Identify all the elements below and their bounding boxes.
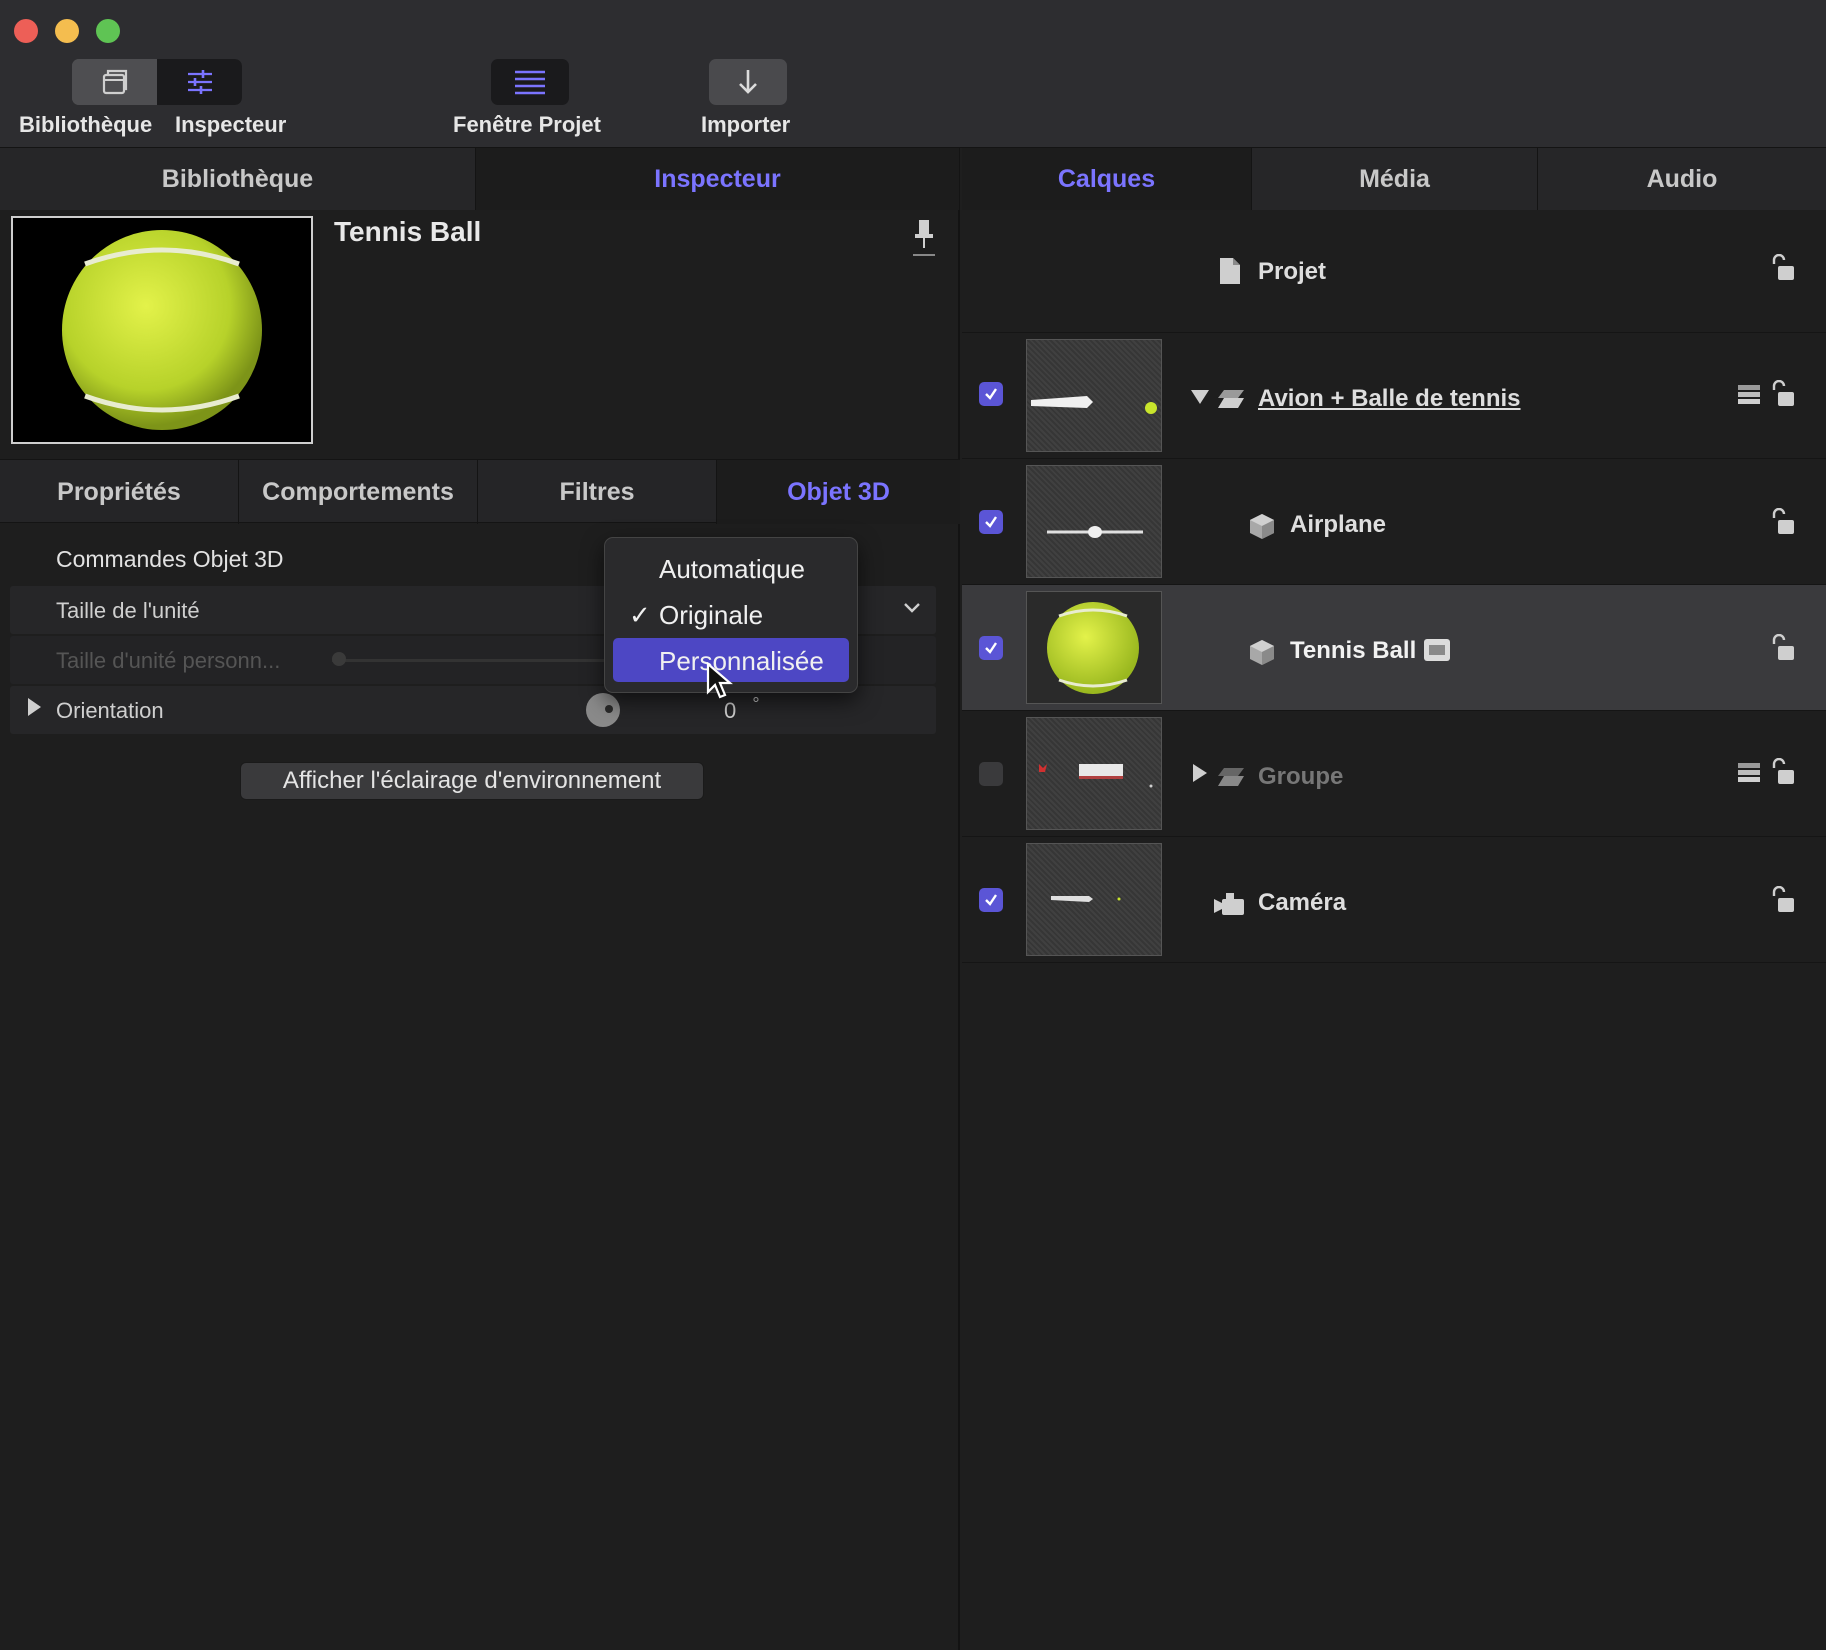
custom-unit-size-label: Taille d'unité personn... (56, 648, 281, 673)
tab-audio[interactable]: Audio (1538, 148, 1826, 210)
layer-thumbnail (1026, 465, 1162, 578)
tab-filters[interactable]: Filtres (478, 460, 717, 524)
degree-unit: ° (752, 694, 760, 714)
download-arrow-icon (739, 70, 757, 94)
document-icon (1220, 258, 1240, 284)
orientation-disclosure-triangle[interactable] (28, 698, 41, 716)
tab-behaviors[interactable]: Comportements (239, 460, 478, 524)
unlocked-lock-icon[interactable] (1770, 380, 1796, 408)
menu-item-label: Originale (659, 600, 764, 630)
checkmark-icon: ✓ (629, 600, 651, 630)
unlocked-lock-icon[interactable] (1770, 254, 1796, 282)
tab-library[interactable]: Bibliothèque (0, 148, 476, 210)
tennis-ball-image (62, 230, 262, 430)
menu-item-automatic[interactable]: Automatique (613, 546, 849, 590)
material-badge-icon[interactable] (1424, 639, 1450, 661)
object-preview-thumbnail (11, 216, 313, 444)
orientation-label: Orientation (56, 698, 164, 723)
layer-name: Avion + Balle de tennis (1258, 385, 1521, 412)
checkmark-icon (985, 642, 997, 654)
layer-name: Airplane (1290, 511, 1387, 538)
library-toggle-button[interactable] (72, 59, 157, 105)
mouse-pointer-icon (706, 661, 734, 705)
inspector-toggle-button[interactable] (157, 59, 242, 105)
3d-object-cube-icon (1250, 640, 1274, 665)
layer-row-airplane[interactable]: Airplane (962, 459, 1826, 585)
tab-layers[interactable]: Calques (962, 148, 1252, 210)
layer-row-tennis-ball[interactable]: Tennis Ball (962, 585, 1826, 711)
layer-stack-icon[interactable] (1736, 383, 1762, 405)
layers-pane: Calques Média Audio Projet Avion + Balle… (962, 148, 1826, 1650)
disclosure-triangle-expanded[interactable] (1191, 390, 1209, 404)
close-window-button[interactable] (14, 19, 38, 43)
custom-unit-size-slider-knob (332, 652, 346, 666)
inspected-object-title: Tennis Ball (334, 216, 482, 247)
import-button[interactable] (709, 59, 787, 105)
checkmark-icon (985, 388, 997, 400)
3d-object-cube-icon (1250, 514, 1274, 539)
unit-size-popup-button[interactable] (902, 598, 922, 623)
layer-visibility-checkbox[interactable] (979, 762, 1003, 786)
camera-icon (1214, 893, 1244, 915)
inspector-sub-tabs: Propriétés Comportements Filtres Objet 3… (0, 459, 960, 524)
group-layers-icon (1218, 390, 1244, 408)
unlocked-lock-icon[interactable] (1770, 508, 1796, 536)
motion-app-window: Bibliothèque Inspecteur Fenêtre Projet I… (0, 0, 1826, 1650)
layer-name: Projet (1258, 258, 1327, 285)
tab-properties[interactable]: Propriétés (0, 460, 239, 524)
section-title-3d-object-controls: Commandes Objet 3D (56, 546, 284, 572)
menu-item-original[interactable]: ✓ Originale (613, 592, 849, 636)
sliders-icon (187, 70, 212, 94)
minimize-window-button[interactable] (55, 19, 79, 43)
layer-visibility-checkbox[interactable] (979, 510, 1003, 534)
disclosure-triangle-collapsed[interactable] (1193, 764, 1207, 782)
unlocked-lock-icon[interactable] (1770, 886, 1796, 914)
layer-row-group[interactable]: Groupe (962, 711, 1826, 837)
project-window-icon (515, 70, 545, 95)
left-tab-bar: Bibliothèque Inspecteur (0, 148, 960, 210)
import-toolbar-label: Importer (701, 112, 791, 137)
inspector-toolbar-label: Inspecteur (175, 112, 287, 137)
show-environment-lighting-button[interactable]: Afficher l'éclairage d'environnement (240, 762, 704, 800)
orientation-row: Orientation 0 ° (10, 686, 936, 734)
group-layers-icon (1218, 768, 1244, 786)
pin-icon (913, 220, 935, 256)
unit-size-label: Taille de l'unité (56, 598, 200, 623)
layer-stack-icon[interactable] (1736, 761, 1762, 783)
layer-row-group-airplane-tennis[interactable]: Avion + Balle de tennis (962, 333, 1826, 459)
pin-inspector-button[interactable] (912, 218, 936, 263)
library-icon (102, 69, 127, 95)
project-window-button[interactable] (491, 59, 569, 105)
unlocked-lock-icon[interactable] (1770, 634, 1796, 662)
layer-name: Groupe (1258, 763, 1344, 790)
custom-unit-size-slider-track (332, 659, 612, 662)
orientation-dial[interactable] (586, 693, 620, 727)
zoom-window-button[interactable] (96, 19, 120, 43)
layer-thumbnail (1026, 339, 1162, 452)
tab-3d-object[interactable]: Objet 3D (717, 460, 960, 524)
panel-toggle-segmented-control (72, 59, 242, 105)
layer-row-project[interactable]: Projet (962, 210, 1826, 333)
layer-thumbnail (1026, 591, 1162, 704)
layer-row-camera[interactable]: Caméra (962, 837, 1826, 963)
checkmark-icon (985, 894, 997, 906)
chevron-down-icon (904, 603, 920, 613)
layer-visibility-checkbox[interactable] (979, 888, 1003, 912)
tab-inspector[interactable]: Inspecteur (476, 148, 960, 210)
menu-item-label: Personnalisée (659, 646, 824, 676)
project-window-toolbar-label: Fenêtre Projet (453, 112, 601, 137)
unlocked-lock-icon[interactable] (1770, 758, 1796, 786)
layer-name: Tennis Ball (1290, 637, 1417, 664)
layer-thumbnail (1026, 843, 1162, 956)
layer-visibility-checkbox[interactable] (979, 382, 1003, 406)
layer-visibility-checkbox[interactable] (979, 636, 1003, 660)
menu-item-label: Automatique (659, 554, 805, 584)
tab-media[interactable]: Média (1252, 148, 1538, 210)
toolbar: Bibliothèque Inspecteur Fenêtre Projet I… (0, 0, 1826, 148)
library-toolbar-label: Bibliothèque (19, 112, 153, 137)
checkmark-icon (985, 516, 997, 528)
layer-thumbnail (1026, 717, 1162, 830)
right-tab-bar: Calques Média Audio (962, 148, 1826, 210)
layer-name: Caméra (1258, 889, 1347, 916)
